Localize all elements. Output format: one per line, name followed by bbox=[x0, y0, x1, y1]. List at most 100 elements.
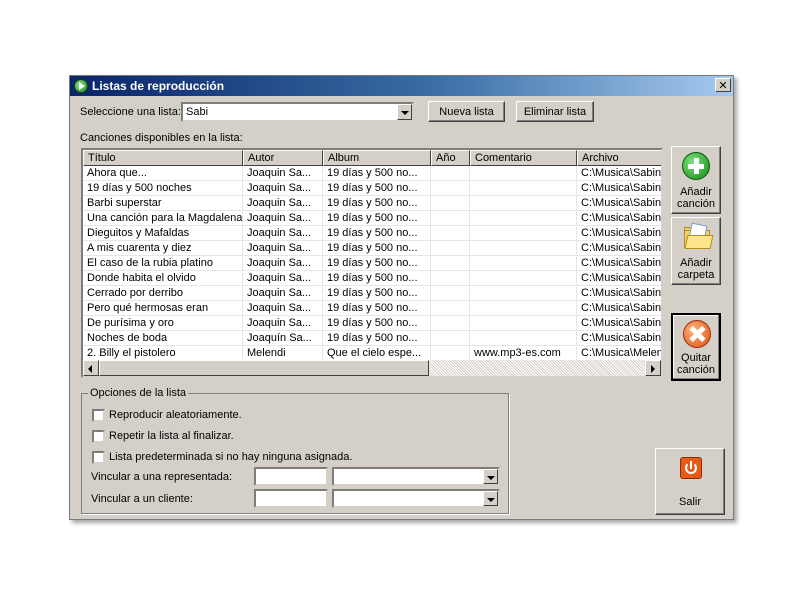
title-bar[interactable]: Listas de reproducción ✕ bbox=[70, 76, 733, 96]
table-row[interactable]: 2. Billy el pistolero Melendi Que el cielo… bbox=[83, 346, 661, 361]
col-header-author[interactable]: Autor bbox=[243, 150, 323, 166]
remove-song-label-1: Quitar bbox=[681, 352, 711, 364]
folder-icon bbox=[684, 222, 714, 249]
table-cell: www.mp3-es.com bbox=[470, 346, 577, 360]
chevron-down-icon[interactable] bbox=[483, 469, 498, 484]
table-cell bbox=[470, 316, 577, 330]
table-cell bbox=[431, 181, 470, 195]
table-row[interactable]: Dieguitos y Mafaldas Joaquin Sa... 19 días… bbox=[83, 226, 661, 241]
table-cell: C:\Musica\Sabina bbox=[577, 181, 661, 195]
add-song-button[interactable]: Añadir canción bbox=[671, 146, 721, 214]
table-cell bbox=[470, 271, 577, 285]
table-cell: 19 días y 500 noches bbox=[83, 181, 243, 195]
table-row[interactable]: Cerrado por derribo Joaquin Sa... 19 días … bbox=[83, 286, 661, 301]
delete-list-button[interactable]: Eliminar lista bbox=[516, 101, 594, 122]
client-code-input[interactable] bbox=[254, 489, 328, 508]
rep-select[interactable] bbox=[332, 467, 500, 486]
table-row[interactable]: Pero qué hermosas eran Joaquin Sa... 19 dí… bbox=[83, 301, 661, 316]
remove-icon bbox=[683, 320, 711, 348]
table-cell bbox=[431, 346, 470, 360]
default-list-label[interactable]: Lista predeterminada si no hay ninguna a… bbox=[109, 451, 352, 463]
table-cell: 19 días y 500 no... bbox=[323, 286, 431, 300]
link-rep-label: Vincular a una representada: bbox=[91, 471, 233, 483]
remove-song-button[interactable]: Quitar canción bbox=[671, 313, 721, 381]
table-cell bbox=[470, 211, 577, 225]
scroll-thumb[interactable] bbox=[99, 360, 429, 376]
table-cell: Pero qué hermosas eran bbox=[83, 301, 243, 315]
table-cell: 19 días y 500 no... bbox=[323, 271, 431, 285]
playlist-select[interactable]: Sabi bbox=[181, 102, 414, 122]
table-cell bbox=[431, 331, 470, 345]
table-cell: C:\Musica\Sabina bbox=[577, 241, 661, 255]
col-header-comment[interactable]: Comentario bbox=[470, 150, 577, 166]
new-list-button[interactable]: Nueva lista bbox=[428, 101, 505, 122]
table-cell: C:\Musica\Sabina bbox=[577, 271, 661, 285]
table-cell: C:\Musica\Sabina bbox=[577, 196, 661, 210]
table-row[interactable]: 19 días y 500 noches Joaquin Sa... 19 días… bbox=[83, 181, 661, 196]
table-row[interactable]: Donde habita el olvido Joaquin Sa... 19 dí… bbox=[83, 271, 661, 286]
shuffle-label[interactable]: Reproducir aleatoriamente. bbox=[109, 409, 242, 421]
table-cell bbox=[470, 331, 577, 345]
exit-button[interactable]: Salir bbox=[655, 448, 725, 515]
play-icon bbox=[74, 79, 88, 93]
col-header-file[interactable]: Archivo bbox=[577, 150, 661, 166]
table-cell: C:\Musica\Sabina bbox=[577, 226, 661, 240]
client-select[interactable] bbox=[332, 489, 500, 508]
songs-listview[interactable]: Título Autor Album Año Comentario Archiv… bbox=[81, 148, 663, 378]
table-row[interactable]: A mis cuarenta y diez Joaquin Sa... 19 día… bbox=[83, 241, 661, 256]
remove-song-label: Quitar canción bbox=[673, 352, 719, 376]
table-row[interactable]: Barbi superstar Joaquin Sa... 19 días y 50… bbox=[83, 196, 661, 211]
horizontal-scrollbar[interactable] bbox=[83, 360, 661, 376]
table-row[interactable]: El caso de la rubia platino Joaquin Sa...… bbox=[83, 256, 661, 271]
table-cell: El caso de la rubia platino bbox=[83, 256, 243, 270]
remove-song-label-2: canción bbox=[677, 364, 715, 376]
table-cell: Joaquin Sa... bbox=[243, 181, 323, 195]
col-header-year[interactable]: Año bbox=[431, 150, 470, 166]
col-header-album[interactable]: Album bbox=[323, 150, 431, 166]
repeat-label[interactable]: Repetir la lista al finalizar. bbox=[109, 430, 234, 442]
add-song-label-2: canción bbox=[677, 198, 715, 210]
table-cell bbox=[431, 301, 470, 315]
table-row[interactable]: Una canción para la Magdalena Joaquin Sa.… bbox=[83, 211, 661, 226]
power-icon bbox=[680, 457, 702, 479]
add-folder-label: Añadir carpeta bbox=[672, 257, 720, 281]
table-cell: C:\Musica\Sabina bbox=[577, 316, 661, 330]
table-cell: 19 días y 500 no... bbox=[323, 331, 431, 345]
add-folder-button[interactable]: Añadir carpeta bbox=[671, 217, 721, 285]
table-cell: Joaquin Sa... bbox=[243, 241, 323, 255]
list-options-group: Opciones de la lista Reproducir aleatori… bbox=[81, 387, 509, 514]
rep-code-input[interactable] bbox=[254, 467, 328, 486]
table-cell: A mis cuarenta y diez bbox=[83, 241, 243, 255]
table-cell: Donde habita el olvido bbox=[83, 271, 243, 285]
scroll-left-icon[interactable] bbox=[83, 360, 99, 376]
chevron-down-icon[interactable] bbox=[483, 491, 498, 506]
table-row[interactable]: Noches de boda Joaquín Sa... 19 días y 500… bbox=[83, 331, 661, 346]
table-cell: Noches de boda bbox=[83, 331, 243, 345]
playlist-select-value: Sabi bbox=[186, 106, 209, 118]
table-cell: 19 días y 500 no... bbox=[323, 316, 431, 330]
window-title: Listas de reproducción bbox=[92, 79, 225, 93]
table-cell: 2. Billy el pistolero bbox=[83, 346, 243, 360]
table-row[interactable]: Ahora que... Joaquin Sa... 19 días y 500 n… bbox=[83, 166, 661, 181]
table-row[interactable]: De purísima y oro Joaquin Sa... 19 días y … bbox=[83, 316, 661, 331]
chevron-down-icon[interactable] bbox=[397, 104, 412, 120]
table-cell bbox=[431, 166, 470, 180]
table-cell bbox=[470, 256, 577, 270]
col-header-title[interactable]: Título bbox=[83, 150, 243, 166]
table-cell: Joaquín Sa... bbox=[243, 331, 323, 345]
list-options-title: Opciones de la lista bbox=[88, 387, 188, 399]
table-cell: 19 días y 500 no... bbox=[323, 301, 431, 315]
table-cell bbox=[431, 286, 470, 300]
table-cell: C:\Musica\Melendi bbox=[577, 346, 661, 360]
scroll-right-icon[interactable] bbox=[645, 360, 661, 376]
link-client-label: Vincular a un cliente: bbox=[91, 493, 193, 505]
default-list-checkbox[interactable] bbox=[92, 451, 105, 464]
table-cell bbox=[470, 301, 577, 315]
table-cell: C:\Musica\Sabina bbox=[577, 256, 661, 270]
table-cell: Barbi superstar bbox=[83, 196, 243, 210]
close-button[interactable]: ✕ bbox=[715, 78, 731, 92]
repeat-checkbox[interactable] bbox=[92, 430, 105, 443]
table-cell bbox=[431, 256, 470, 270]
shuffle-checkbox[interactable] bbox=[92, 409, 105, 422]
table-cell: C:\Musica\Sabina bbox=[577, 301, 661, 315]
